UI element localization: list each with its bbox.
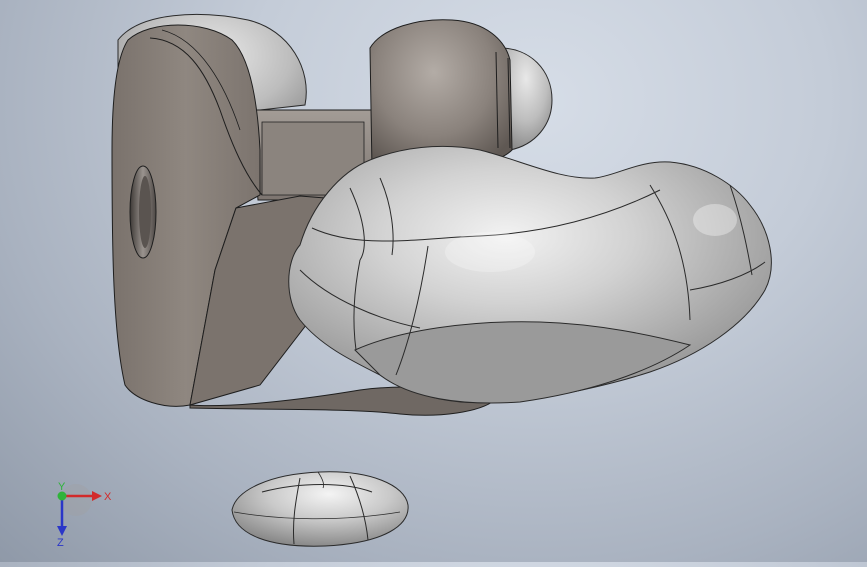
model-canvas[interactable] [0,0,867,562]
y-axis-label: Y [58,481,66,493]
z-axis-label: Z [57,537,64,549]
z-axis-head [57,526,67,536]
orientation-triad: X Y Z [40,478,130,550]
detached-cap[interactable] [231,471,409,547]
x-axis-head [92,491,102,501]
knob-assembly[interactable] [288,145,772,404]
x-axis-label: X [104,491,112,503]
3d-viewport[interactable]: X Y Z [0,0,867,562]
